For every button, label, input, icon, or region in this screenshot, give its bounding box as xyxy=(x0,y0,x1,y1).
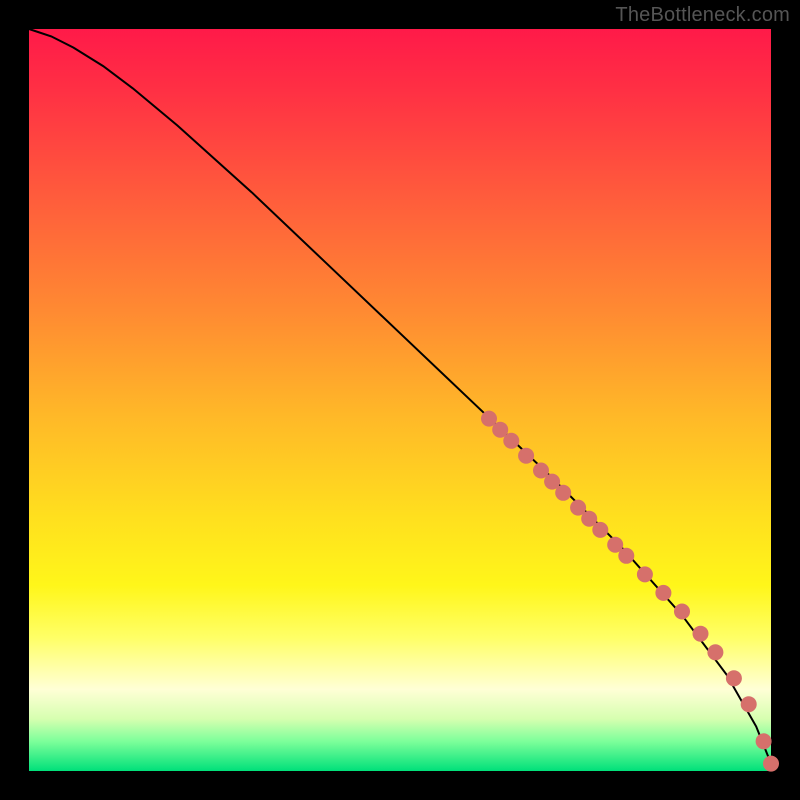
scatter-point xyxy=(655,585,671,601)
scatter-point xyxy=(674,604,690,620)
scatter-point xyxy=(518,448,534,464)
scatter-markers xyxy=(481,411,779,772)
scatter-point xyxy=(503,433,519,449)
scatter-point xyxy=(756,733,772,749)
curve-svg xyxy=(29,29,771,771)
scatter-point xyxy=(618,548,634,564)
bottleneck-curve xyxy=(29,29,771,764)
plot-area xyxy=(29,29,771,771)
chart-stage: TheBottleneck.com xyxy=(0,0,800,800)
scatter-point xyxy=(555,485,571,501)
scatter-point xyxy=(741,696,757,712)
scatter-point xyxy=(763,756,779,772)
scatter-point xyxy=(707,644,723,660)
scatter-point xyxy=(637,566,653,582)
scatter-point xyxy=(693,626,709,642)
scatter-point xyxy=(592,522,608,538)
watermark-text: TheBottleneck.com xyxy=(615,4,790,27)
scatter-point xyxy=(726,670,742,686)
